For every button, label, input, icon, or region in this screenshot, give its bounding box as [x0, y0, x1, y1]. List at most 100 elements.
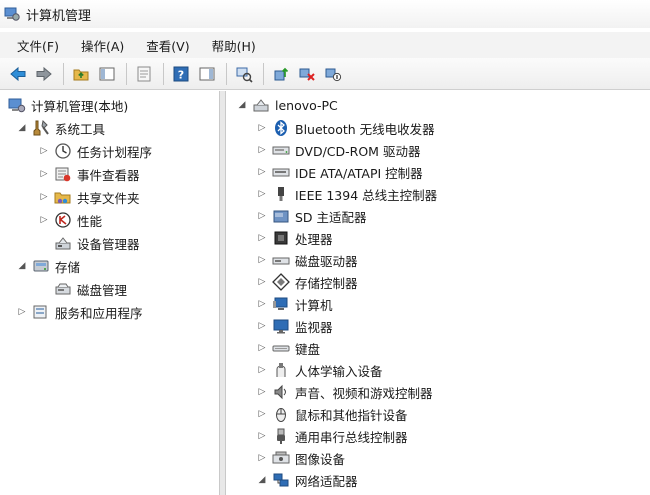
- ieee1394-icon: [272, 185, 290, 203]
- update-driver-button[interactable]: [269, 62, 293, 86]
- tree-item-label: 设备管理器: [77, 236, 140, 252]
- services-applications-icon: [32, 303, 50, 321]
- device-category-disk-drive[interactable]: ▷ 磁盘驱动器: [256, 249, 358, 271]
- device-tree-root[interactable]: ◢ lenovo-PC: [236, 94, 338, 116]
- device-category-network-adapter[interactable]: ◢ 网络适配器: [256, 469, 358, 491]
- sd-adapter-icon: [272, 207, 290, 225]
- computer-management-app-icon: [4, 6, 20, 22]
- device-category-imaging[interactable]: ▷ 图像设备: [256, 447, 345, 469]
- disable-device-button[interactable]: [321, 62, 345, 86]
- expand-closed-icon[interactable]: ▷: [256, 122, 268, 134]
- menu-action[interactable]: 操作(A): [72, 33, 133, 58]
- device-category-label: 鼠标和其他指针设备: [295, 407, 408, 423]
- device-category-usb[interactable]: ▷ 通用串行总线控制器: [256, 425, 408, 447]
- expand-closed-icon[interactable]: ▷: [256, 408, 268, 420]
- expand-closed-icon[interactable]: ▷: [256, 320, 268, 332]
- ide-controller-icon: [272, 163, 290, 181]
- device-category-processor[interactable]: ▷ 处理器: [256, 227, 333, 249]
- dvd-drive-icon: [272, 141, 290, 159]
- storage-controller-icon: [272, 273, 290, 291]
- tree-item-performance[interactable]: ▷ 性能: [38, 209, 102, 231]
- device-category-storage-controller[interactable]: ▷ 存储控制器: [256, 271, 358, 293]
- tree-item-device-manager[interactable]: 设备管理器: [38, 232, 140, 254]
- expand-open-icon[interactable]: ◢: [16, 260, 28, 272]
- usb-icon: [272, 427, 290, 445]
- menu-help[interactable]: 帮助(H): [203, 33, 265, 58]
- forward-arrow-icon: [36, 66, 52, 81]
- console-tree-pane[interactable]: 计算机管理(本地) ◢ 系统工具 ▷ 任务计划程序 ▷ 事件查看器 ▷ 共享文件…: [0, 91, 220, 495]
- monitor-icon: [272, 317, 290, 335]
- help-button[interactable]: ?: [169, 62, 193, 86]
- expand-open-icon[interactable]: ◢: [16, 122, 28, 134]
- tree-item-computer-management-local[interactable]: 计算机管理(本地): [8, 94, 128, 116]
- computer-icon: [272, 295, 290, 313]
- device-category-bluetooth[interactable]: ▷ Bluetooth 无线电收发器: [256, 117, 435, 139]
- tree-item-task-scheduler[interactable]: ▷ 任务计划程序: [38, 140, 152, 162]
- computer-icon: [252, 96, 270, 114]
- expand-closed-icon[interactable]: ▷: [256, 364, 268, 376]
- title-bar: 计算机管理: [0, 0, 650, 28]
- tree-item-storage[interactable]: ◢ 存储: [16, 255, 80, 277]
- back-button[interactable]: [6, 62, 30, 86]
- device-category-ide-ata-atapi[interactable]: ▷ IDE ATA/ATAPI 控制器: [256, 161, 423, 183]
- expand-closed-icon[interactable]: ▷: [38, 214, 50, 226]
- expand-closed-icon[interactable]: ▷: [256, 188, 268, 200]
- tree-item-system-tools[interactable]: ◢ 系统工具: [16, 117, 105, 139]
- expand-closed-icon[interactable]: ▷: [256, 232, 268, 244]
- show-hide-console-tree-button[interactable]: [95, 62, 119, 86]
- device-category-mouse[interactable]: ▷ 鼠标和其他指针设备: [256, 403, 408, 425]
- tree-item-label: 任务计划程序: [77, 144, 153, 160]
- expand-closed-icon[interactable]: ▷: [256, 298, 268, 310]
- tree-item-label: 性能: [77, 213, 103, 229]
- expand-open-icon[interactable]: ◢: [236, 99, 248, 111]
- event-viewer-icon: [54, 165, 72, 183]
- device-category-sd-adapter[interactable]: ▷ SD 主适配器: [256, 205, 367, 227]
- device-category-sound-video-game[interactable]: ▷ 声音、视频和游戏控制器: [256, 381, 433, 403]
- expand-open-icon[interactable]: ◢: [256, 474, 268, 486]
- expand-closed-icon[interactable]: ▷: [38, 191, 50, 203]
- properties-icon: [137, 66, 151, 81]
- uninstall-device-button[interactable]: [295, 62, 319, 86]
- device-category-label: 计算机: [295, 297, 333, 313]
- expand-closed-icon[interactable]: ▷: [256, 276, 268, 288]
- expand-closed-icon[interactable]: ▷: [256, 386, 268, 398]
- device-category-monitor[interactable]: ▷ 监视器: [256, 315, 333, 337]
- tree-item-label: 计算机管理(本地): [31, 98, 129, 114]
- network-adapter-icon: [272, 471, 290, 489]
- tree-item-disk-management[interactable]: 磁盘管理: [38, 278, 127, 300]
- expand-closed-icon[interactable]: ▷: [256, 210, 268, 222]
- forward-button[interactable]: [32, 62, 56, 86]
- expand-closed-icon[interactable]: ▷: [256, 430, 268, 442]
- properties-button[interactable]: [132, 62, 156, 86]
- tree-item-event-viewer[interactable]: ▷ 事件查看器: [38, 163, 140, 185]
- toolbar-separator: [126, 62, 127, 85]
- expand-closed-icon[interactable]: ▷: [38, 168, 50, 180]
- expand-closed-icon[interactable]: ▷: [256, 144, 268, 156]
- device-category-keyboard[interactable]: ▷ 键盘: [256, 337, 320, 359]
- up-one-level-button[interactable]: [69, 62, 93, 86]
- expand-closed-icon[interactable]: ▷: [38, 145, 50, 157]
- mouse-icon: [272, 405, 290, 423]
- device-category-dvd-cd-rom[interactable]: ▷ DVD/CD-ROM 驱动器: [256, 139, 421, 161]
- device-tree-pane[interactable]: ◢ lenovo-PC ▷ Bluetooth 无线电收发器 ▷ DVD/CD-…: [225, 91, 650, 495]
- disable-device-icon: [325, 68, 342, 81]
- show-hide-action-pane-button[interactable]: [195, 62, 219, 86]
- device-category-computer[interactable]: ▷ 计算机: [256, 293, 333, 315]
- system-tools-icon: [32, 119, 50, 137]
- device-category-ieee-1394[interactable]: ▷ IEEE 1394 总线主控制器: [256, 183, 437, 205]
- expand-closed-icon[interactable]: ▷: [256, 342, 268, 354]
- toolbar-separator: [163, 62, 164, 85]
- toolbar-separator: [263, 62, 264, 85]
- expand-closed-icon[interactable]: ▷: [16, 306, 28, 318]
- device-category-label: Bluetooth 无线电收发器: [295, 121, 435, 137]
- device-category-hid[interactable]: ▷ 人体学输入设备: [256, 359, 383, 381]
- expand-closed-icon[interactable]: ▷: [256, 166, 268, 178]
- tree-item-services-applications[interactable]: ▷ 服务和应用程序: [16, 301, 143, 323]
- expand-closed-icon[interactable]: ▷: [256, 254, 268, 266]
- scan-hardware-button[interactable]: [232, 62, 256, 86]
- expand-closed-icon[interactable]: ▷: [256, 452, 268, 464]
- tree-item-shared-folders[interactable]: ▷ 共享文件夹: [38, 186, 140, 208]
- up-folder-icon: [73, 69, 89, 80]
- menu-view[interactable]: 查看(V): [137, 33, 198, 58]
- menu-file[interactable]: 文件(F): [8, 33, 68, 58]
